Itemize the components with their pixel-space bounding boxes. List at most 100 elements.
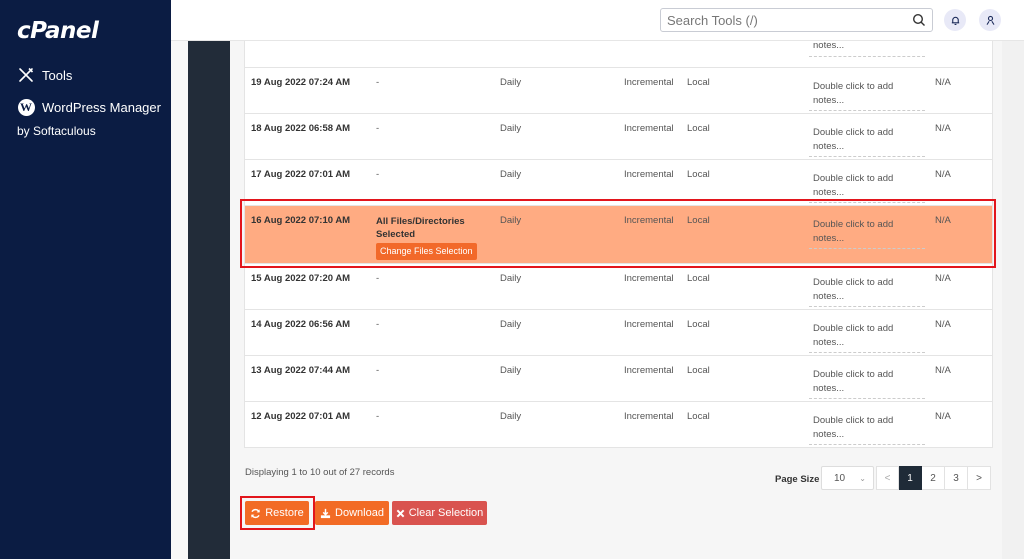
page-size-label: Page Size (775, 474, 820, 485)
backup-extra: N/A (935, 411, 951, 422)
page-size-select[interactable]: 10 ⌄ (821, 466, 874, 490)
backup-type: Incremental (624, 215, 674, 226)
refresh-icon (251, 508, 261, 518)
sidebar: cPanel Tools W WordPress Manager by Soft… (0, 0, 171, 559)
backup-type: Incremental (624, 123, 674, 134)
files-selection: - (376, 319, 380, 330)
sidebar-item-label: Tools (42, 67, 73, 83)
search-input[interactable] (667, 12, 912, 28)
restore-label: Restore (265, 507, 304, 519)
notes-field[interactable]: Double click to add notes... (809, 218, 925, 249)
notes-field[interactable]: Double click to add notes... (809, 322, 925, 353)
backup-extra: N/A (935, 123, 951, 134)
backup-extra: N/A (935, 273, 951, 284)
page-1-button[interactable]: 1 (899, 466, 922, 490)
right-scroll-area[interactable] (1002, 41, 1024, 559)
files-selection: - (376, 123, 380, 134)
clear-selection-button[interactable]: Clear Selection (392, 501, 487, 525)
search-icon[interactable] (912, 13, 926, 27)
backup-extra: N/A (935, 77, 951, 88)
backup-type: Incremental (624, 169, 674, 180)
backup-location: Local (687, 123, 710, 134)
sidebar-item-wordpress-manager[interactable]: W WordPress Manager (17, 98, 161, 116)
backup-date: 19 Aug 2022 07:24 AM (251, 77, 351, 88)
restore-button[interactable]: Restore (245, 501, 309, 525)
backup-schedule: Daily (500, 77, 522, 88)
close-icon (396, 509, 405, 517)
backup-date: 18 Aug 2022 06:58 AM (251, 123, 351, 134)
sidebar-item-tools[interactable]: Tools (17, 66, 72, 84)
notes-field[interactable]: Double click to add notes... (809, 276, 925, 307)
backup-schedule: Daily (500, 215, 522, 226)
download-icon (320, 508, 331, 518)
download-label: Download (335, 507, 384, 519)
backup-location: Local (687, 77, 710, 88)
files-selection-text: All Files/Directories Selected (376, 216, 465, 240)
files-selection: - (376, 77, 380, 88)
backup-type: Incremental (624, 319, 674, 330)
backup-schedule: Daily (500, 319, 522, 330)
backup-date: 14 Aug 2022 06:56 AM (251, 319, 351, 330)
backup-schedule: Daily (500, 169, 522, 180)
change-files-selection-button[interactable]: Change Files Selection (376, 243, 477, 260)
backup-location: Local (687, 169, 710, 180)
notes-field[interactable]: Double click to add notes... (809, 368, 925, 399)
backup-schedule: Daily (500, 123, 522, 134)
page-3-button[interactable]: 3 (945, 466, 968, 490)
files-selection: - (376, 169, 380, 180)
notifications-button[interactable] (944, 9, 966, 31)
backup-extra: N/A (935, 169, 951, 180)
bell-icon (951, 16, 959, 25)
files-selection: All Files/Directories Selected Change Fil… (376, 215, 486, 260)
backup-type: Incremental (624, 365, 674, 376)
table-row[interactable]: 15 Aug 2022 07:20 AM - Daily Incremental Loc… (245, 263, 992, 309)
page-size-value: 10 (834, 472, 846, 484)
table-row[interactable]: 12 Aug 2022 07:01 AM - Daily Incremental Loc… (245, 401, 992, 447)
backup-location: Local (687, 411, 710, 422)
backup-type: Incremental (624, 77, 674, 88)
table-row[interactable]: 18 Aug 2022 06:58 AM - Daily Incremental Loc… (245, 113, 992, 159)
table-row[interactable]: 14 Aug 2022 06:56 AM - Daily Incremental Loc… (245, 309, 992, 355)
notes-field[interactable]: Double click to add notes... (809, 172, 925, 203)
next-page-button[interactable]: > (968, 466, 991, 490)
page-2-button[interactable]: 2 (922, 466, 945, 490)
backup-date: 17 Aug 2022 07:01 AM (251, 169, 351, 180)
notes-field[interactable]: notes... (809, 39, 925, 57)
backup-schedule: Daily (500, 273, 522, 284)
dark-strip (188, 41, 230, 559)
backup-date: 12 Aug 2022 07:01 AM (251, 411, 351, 422)
backup-schedule: Daily (500, 411, 522, 422)
tools-icon (17, 66, 35, 84)
search-box[interactable] (660, 8, 933, 32)
files-selection: - (376, 411, 380, 422)
backup-date: 16 Aug 2022 07:10 AM (251, 215, 351, 226)
backup-location: Local (687, 273, 710, 284)
backup-type: Incremental (624, 411, 674, 422)
pagination: < 1 2 3 > (876, 466, 991, 490)
notes-field[interactable]: Double click to add notes... (809, 126, 925, 157)
table-row[interactable]: 17 Aug 2022 07:01 AM - Daily Incremental Loc… (245, 159, 992, 205)
notes-field[interactable]: Double click to add notes... (809, 414, 925, 445)
files-selection: - (376, 273, 380, 284)
top-header (171, 0, 1024, 41)
backup-extra: N/A (935, 319, 951, 330)
table-row-selected[interactable]: 16 Aug 2022 07:10 AM All Files/Directorie… (245, 205, 992, 263)
files-selection: - (376, 365, 380, 376)
table-row[interactable]: 13 Aug 2022 07:44 AM - Daily Incremental Loc… (245, 355, 992, 401)
backups-table: notes... 19 Aug 2022 07:24 AM - Daily Incre… (244, 39, 993, 448)
download-button[interactable]: Download (315, 501, 389, 525)
records-count: Displaying 1 to 10 out of 27 records (245, 467, 395, 478)
sidebar-item-sublabel[interactable]: by Softaculous (17, 124, 96, 138)
backup-extra: N/A (935, 215, 951, 226)
notes-field[interactable]: Double click to add notes... (809, 80, 925, 111)
chevron-down-icon: ⌄ (859, 473, 866, 483)
backup-extra: N/A (935, 365, 951, 376)
prev-page-button[interactable]: < (876, 466, 899, 490)
cpanel-logo[interactable]: cPanel (17, 18, 99, 44)
user-icon (986, 15, 994, 25)
user-menu-button[interactable] (979, 9, 1001, 31)
table-row[interactable]: 19 Aug 2022 07:24 AM - Daily Incremental Loc… (245, 67, 992, 113)
backup-location: Local (687, 319, 710, 330)
table-row-partial[interactable]: notes... (245, 39, 992, 67)
backup-location: Local (687, 365, 710, 376)
